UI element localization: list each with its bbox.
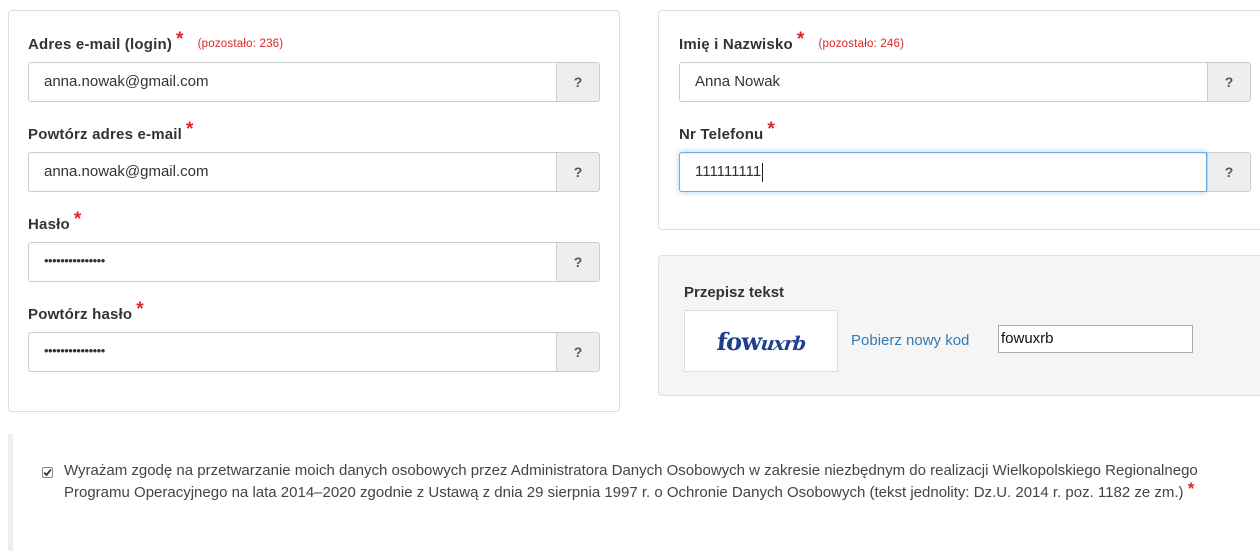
captcha-title: Przepisz tekst [684, 284, 785, 301]
password-repeat-help-button[interactable]: ? [556, 332, 600, 372]
password-label-text: Hasło [28, 216, 70, 233]
email-repeat-label-text: Powtórz adres e-mail [28, 126, 183, 143]
password-help-button[interactable]: ? [556, 242, 600, 282]
required-mark: * [73, 209, 82, 230]
full-name-label-text: Imię i Nazwisko [679, 36, 793, 53]
full-name-field-group: Anna Nowak ? [679, 62, 1251, 102]
phone-field-group: 111111111 ? [679, 152, 1251, 192]
full-name-remaining-count: (pozostało: 246) [818, 38, 905, 50]
password-label: Hasło * [28, 209, 81, 235]
captcha-image-text-part: uxrb [759, 332, 807, 355]
email-input[interactable]: anna.nowak@gmail.com [28, 62, 556, 102]
checkmark-icon [43, 469, 52, 477]
phone-label-text: Nr Telefonu [679, 126, 764, 143]
email-remaining-count: (pozostało: 236) [197, 38, 284, 50]
email-repeat-label: Powtórz adres e-mail * [28, 119, 194, 145]
email-label: Adres e-mail (login) * (pozostało: 236) [28, 29, 284, 55]
password-input[interactable]: ••••••••••••••• [28, 242, 556, 282]
captcha-refresh-link[interactable]: Pobierz nowy kod [851, 332, 969, 349]
consent-text: Wyrażam zgodę na przetwarzanie moich dan… [64, 462, 1198, 501]
consent-label: Wyrażam zgodę na przetwarzanie moich dan… [64, 461, 1244, 503]
captcha-input[interactable]: fowuxrb [998, 325, 1193, 353]
email-repeat-help-button[interactable]: ? [556, 152, 600, 192]
required-mark: * [186, 119, 194, 140]
email-help-button[interactable]: ? [556, 62, 600, 102]
email-repeat-field-group: anna.nowak@gmail.com ? [28, 152, 600, 192]
full-name-input[interactable]: Anna Nowak [679, 62, 1207, 102]
password-repeat-field-group: ••••••••••••••• ? [28, 332, 600, 372]
consent-checkbox[interactable] [42, 467, 53, 478]
captcha-image: fowuxrb [684, 310, 838, 372]
phone-help-button[interactable]: ? [1207, 152, 1251, 192]
required-mark: * [176, 29, 184, 50]
password-repeat-label-text: Powtórz hasło [28, 306, 133, 323]
phone-label: Nr Telefonu * [679, 119, 775, 145]
password-repeat-input[interactable]: ••••••••••••••• [28, 332, 556, 372]
email-label-text: Adres e-mail (login) [28, 36, 173, 53]
consent-accent-bar [8, 434, 13, 551]
full-name-label: Imię i Nazwisko * (pozostało: 246) [679, 29, 905, 55]
required-mark: * [136, 299, 144, 320]
phone-input-value: 111111111 [695, 163, 762, 180]
required-mark: * [1187, 478, 1195, 498]
password-repeat-label: Powtórz hasło * [28, 299, 144, 325]
text-caret [762, 162, 764, 182]
required-mark: * [767, 119, 776, 140]
full-name-help-button[interactable]: ? [1207, 62, 1251, 102]
password-field-group: ••••••••••••••• ? [28, 242, 600, 282]
phone-input[interactable]: 111111111 [679, 152, 1207, 192]
email-repeat-input[interactable]: anna.nowak@gmail.com [28, 152, 556, 192]
captcha-image-text-part: fow [715, 326, 763, 356]
required-mark: * [796, 29, 805, 50]
email-field-group: anna.nowak@gmail.com ? [28, 62, 600, 102]
captcha-image-text: fowuxrb [715, 327, 806, 356]
